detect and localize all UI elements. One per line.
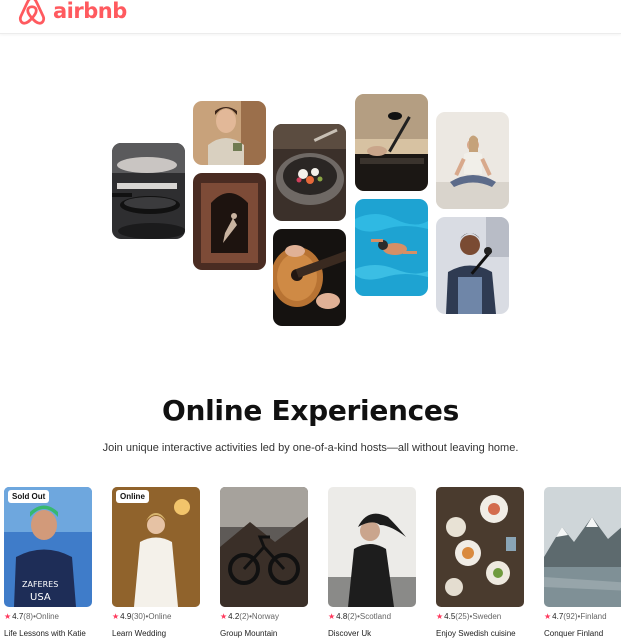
singer-photo <box>436 217 509 314</box>
card-title[interactable]: Enjoy Swedish cuisine <box>436 629 524 638</box>
card-title[interactable]: Group Mountain <box>220 629 308 638</box>
card-location: •Finland <box>577 612 607 621</box>
experience-thumbnail: ZAFERES USA Sold Out <box>4 487 92 607</box>
card-review-count: (2) <box>347 612 358 621</box>
star-icon: ★ <box>220 612 228 621</box>
card-stats: ★ 4.8 (2) •Scotland <box>328 612 416 621</box>
card-title[interactable]: Life Lessons with Katie <box>4 629 92 638</box>
star-icon: ★ <box>112 612 120 621</box>
swimmer-photo <box>355 199 428 296</box>
card-rating: 4.5 <box>444 612 456 621</box>
experience-card[interactable]: ★ 4.5 (25) •Sweden Enjoy Swedish cuisine <box>436 487 524 638</box>
card-rating: 4.8 <box>336 612 348 621</box>
online-badge: Online <box>116 490 149 503</box>
card-stats: ★ 4.7 (8) •Online <box>4 612 92 621</box>
experience-card[interactable]: ZAFERES USA Sold Out ★ 4.7 (8) •Online L… <box>4 487 92 638</box>
experience-card[interactable]: ★ 4.8 (2) •Scotland Discover Uk <box>328 487 416 638</box>
host-with-tea-photo <box>193 101 266 165</box>
star-icon: ★ <box>4 612 12 621</box>
card-stats: ★ 4.9 (30) •Online <box>112 612 200 621</box>
card-title[interactable]: Discover Uk <box>328 629 416 638</box>
experience-thumbnail: Online <box>112 487 200 607</box>
star-icon: ★ <box>436 612 444 621</box>
star-icon: ★ <box>544 612 552 621</box>
card-rating: 4.9 <box>120 612 132 621</box>
star-icon: ★ <box>328 612 336 621</box>
food-bowl-photo <box>273 124 346 221</box>
experience-thumbnail <box>436 487 524 607</box>
card-location: •Online <box>33 612 60 621</box>
card-review-count: (92) <box>563 612 578 621</box>
card-review-count: (2) <box>239 612 250 621</box>
card-rating: 4.7 <box>12 612 24 621</box>
experience-card[interactable]: Online ★ 4.9 (30) •Online Learn Wedding <box>112 487 200 638</box>
card-rating: 4.2 <box>228 612 240 621</box>
card-review-count: (30) <box>131 612 146 621</box>
top-navbar: airbnb <box>0 0 621 34</box>
guitar-photo <box>273 229 346 326</box>
cooking-photo <box>112 143 185 239</box>
airbnb-belo-icon <box>18 0 46 25</box>
card-stats: ★ 4.2 (2) •Norway <box>220 612 308 621</box>
card-review-count: (25) <box>455 612 470 621</box>
experience-card[interactable]: ★ 4.7 (92) •Finland Conquer Finland <box>544 487 621 638</box>
svg-text:USA: USA <box>30 592 51 603</box>
page-subtitle: Join unique interactive activities led b… <box>102 442 519 454</box>
experience-thumbnail <box>544 487 621 607</box>
svg-text:ZAFERES: ZAFERES <box>22 580 58 589</box>
card-review-count: (8) <box>23 612 34 621</box>
experience-card[interactable]: ★ 4.2 (2) •Norway Group Mountain <box>220 487 308 638</box>
card-stats: ★ 4.7 (92) •Finland <box>544 612 621 621</box>
card-title[interactable]: Learn Wedding <box>112 629 200 638</box>
card-rating: 4.7 <box>552 612 564 621</box>
logo-wordmark: airbnb <box>53 0 127 23</box>
card-location: •Norway <box>249 612 279 621</box>
card-stats: ★ 4.5 (25) •Sweden <box>436 612 524 621</box>
yoga-photo <box>436 112 509 209</box>
experience-thumbnail <box>328 487 416 607</box>
card-location: •Online <box>145 612 172 621</box>
dancer-photo <box>193 173 266 270</box>
experience-thumbnail <box>220 487 308 607</box>
page-title: Online Experiences <box>161 394 459 427</box>
airbnb-logo[interactable]: airbnb <box>15 0 127 28</box>
sold-out-badge: Sold Out <box>8 490 50 503</box>
card-location: •Sweden <box>469 612 502 621</box>
dj-microphone-photo <box>355 94 428 191</box>
card-location: •Scotland <box>357 612 392 621</box>
card-title[interactable]: Conquer Finland <box>544 629 621 638</box>
